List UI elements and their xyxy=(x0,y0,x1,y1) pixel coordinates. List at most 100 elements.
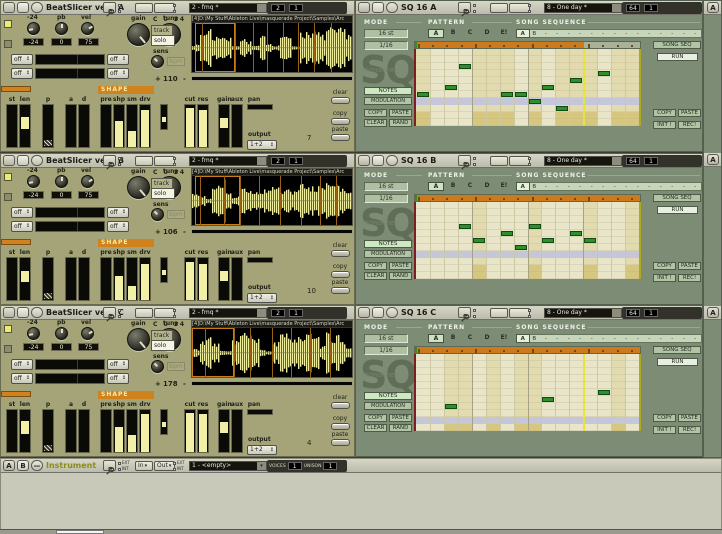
shp-fader[interactable] xyxy=(113,409,125,453)
slice-marker[interactable] xyxy=(204,328,206,377)
notes-button[interactable]: NOTES xyxy=(364,392,412,400)
ext-int-toggle[interactable] xyxy=(173,307,190,319)
slice-marker[interactable] xyxy=(267,23,269,72)
res-fader[interactable] xyxy=(197,257,209,301)
pattern-d-button[interactable]: D xyxy=(479,182,495,191)
pb-knob[interactable] xyxy=(55,175,68,188)
pattern-a-button[interactable]: A xyxy=(428,182,444,191)
midi-out-select[interactable] xyxy=(154,3,175,13)
slice-marker[interactable] xyxy=(336,176,337,225)
seq-slot[interactable]: - xyxy=(655,335,667,342)
view-b-button[interactable] xyxy=(17,155,29,166)
slice-marker[interactable] xyxy=(297,23,299,72)
sm-fader[interactable] xyxy=(126,104,138,148)
slice-mode-select[interactable]: off ↕ xyxy=(107,68,129,79)
led-indicator[interactable] xyxy=(4,173,12,181)
output-select[interactable]: 1+2 ↕ xyxy=(247,445,277,455)
midi-in-select[interactable] xyxy=(490,3,508,13)
rec-button[interactable]: REC! xyxy=(678,121,701,129)
ext-radio[interactable] xyxy=(473,156,476,160)
notes-button[interactable]: NOTES xyxy=(364,240,412,248)
ext-radio[interactable] xyxy=(473,3,476,7)
midi-in-select[interactable] xyxy=(135,308,153,318)
init-button[interactable]: INIT ! xyxy=(653,274,676,282)
seq-slot[interactable]: - xyxy=(690,30,702,37)
seq-slot[interactable]: - xyxy=(552,30,564,37)
int-radio[interactable] xyxy=(173,314,176,318)
pattern-b-button[interactable]: B xyxy=(445,334,461,343)
minimize-button[interactable] xyxy=(31,2,43,13)
pb-value[interactable]: 0 xyxy=(51,38,72,46)
run-button[interactable]: RUN xyxy=(657,206,698,214)
pattern-d-button[interactable]: D xyxy=(479,334,495,343)
seq-slot[interactable]: - xyxy=(563,183,575,190)
step-grid[interactable] xyxy=(414,49,641,126)
view-a-button[interactable]: A xyxy=(3,460,15,471)
voices-value[interactable]: 2 xyxy=(271,4,285,12)
slice-mode-select[interactable]: off ↕ xyxy=(107,207,129,218)
seq-slot[interactable]: - xyxy=(644,335,656,342)
vel-value[interactable]: 75 xyxy=(78,343,99,351)
aux-fader[interactable] xyxy=(231,104,243,148)
note-cell[interactable] xyxy=(556,106,569,111)
voices-value[interactable]: 1 xyxy=(287,462,302,470)
slice-mode-select[interactable]: off ↕ xyxy=(107,221,129,232)
slice-marker[interactable] xyxy=(283,23,285,72)
slice-marker[interactable] xyxy=(331,23,333,72)
int-radio[interactable] xyxy=(173,467,176,471)
st-fader[interactable] xyxy=(6,104,18,148)
bpm-inc-button[interactable]: - xyxy=(183,380,186,388)
seq-slot[interactable]: - xyxy=(598,30,610,37)
seq-slot[interactable]: A xyxy=(516,334,530,343)
note-cell[interactable] xyxy=(570,78,583,83)
bpm-value[interactable]: 178 xyxy=(163,380,178,388)
int-radio[interactable] xyxy=(528,314,531,318)
root-knob[interactable] xyxy=(27,327,40,340)
bpm-toggle[interactable]: bpm xyxy=(167,362,185,371)
song-sequence-strip[interactable]: AB-------------- xyxy=(516,334,702,343)
gain-fader[interactable] xyxy=(218,409,230,453)
int-radio[interactable] xyxy=(173,9,176,13)
slice-marker[interactable] xyxy=(200,176,201,225)
pattern-c-button[interactable]: C xyxy=(462,182,478,191)
ext-radio[interactable] xyxy=(528,156,531,160)
cut-fader[interactable] xyxy=(184,409,196,453)
clear-button[interactable] xyxy=(331,402,350,409)
seq-slot[interactable]: - xyxy=(609,183,621,190)
slice-marker[interactable] xyxy=(235,23,237,72)
wrench-icon[interactable] xyxy=(103,2,116,17)
seq-slot[interactable]: A xyxy=(516,182,530,191)
slice-marker[interactable] xyxy=(252,23,254,72)
song-seq-button[interactable]: SONG SEQ xyxy=(653,194,701,202)
ext-radio[interactable] xyxy=(118,461,121,465)
rand-button[interactable]: RAND xyxy=(389,272,412,280)
unison-value[interactable]: 1 xyxy=(323,462,338,470)
pattern-e-button[interactable]: E! xyxy=(496,182,512,191)
root-value[interactable]: -24 xyxy=(23,38,44,46)
seq-slot[interactable]: - xyxy=(540,335,552,342)
init-button[interactable]: INIT ! xyxy=(653,121,676,129)
minimize-button[interactable] xyxy=(31,155,43,166)
seq-slot[interactable]: - xyxy=(598,335,610,342)
seq-slot[interactable]: - xyxy=(644,30,656,37)
ext-int-toggle[interactable]: EXT INT xyxy=(118,460,135,472)
view-b-button[interactable] xyxy=(372,307,384,318)
note-cell[interactable] xyxy=(417,92,429,97)
seq-slot[interactable]: A xyxy=(516,29,530,38)
ext-radio[interactable] xyxy=(118,308,121,312)
slice-marker[interactable] xyxy=(259,176,261,225)
paste-button[interactable]: PASTE xyxy=(389,414,412,422)
a-fader[interactable] xyxy=(65,409,77,453)
pb-knob[interactable] xyxy=(55,22,68,35)
wrench-icon[interactable] xyxy=(103,460,116,475)
copy-button[interactable]: COPY xyxy=(364,414,387,422)
root-value[interactable]: -24 xyxy=(23,343,44,351)
seq-slot[interactable]: - xyxy=(552,335,564,342)
view-a-button[interactable] xyxy=(358,155,370,166)
int-radio[interactable] xyxy=(118,314,121,318)
seq-slot[interactable]: B xyxy=(529,30,541,37)
minimize-button[interactable]: — xyxy=(31,460,43,471)
voices-value[interactable]: 64 xyxy=(626,157,640,165)
step-grid[interactable] xyxy=(414,354,641,431)
note-cell[interactable] xyxy=(500,231,513,236)
